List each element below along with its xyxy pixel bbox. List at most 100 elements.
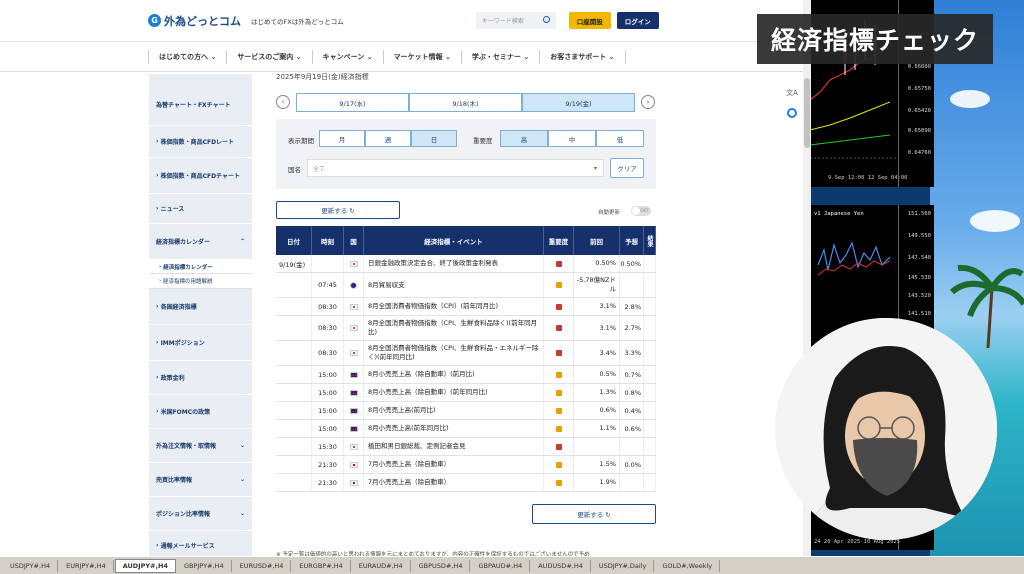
refresh-button[interactable]: 更新する ↻ [276,201,400,219]
country-label: 国名 [288,166,301,174]
importance-cell [544,316,574,340]
auto-refresh-toggle[interactable]: OFF [631,206,651,216]
importance-cell [544,341,574,365]
prev-day-button[interactable]: ‹ [276,95,290,109]
chart-tab[interactable]: USDJPY#,H4 [3,559,59,572]
nav-item-market[interactable]: マーケット情報 ⌄ [384,49,462,64]
sidebar-item-policy-rate[interactable]: › 政策金利 [149,361,252,395]
palm-tree-image [950,264,1024,348]
search-input[interactable]: キーワード検索 [475,12,556,29]
next-day-button[interactable]: › [641,95,655,109]
date-cell-empty [276,298,312,315]
country-cell [344,438,364,455]
nav-item-seminar[interactable]: 学ぶ・セミナー ⌄ [462,49,541,64]
time-cell: 15:00 [312,420,344,437]
event-cell[interactable]: 8月小売売上高（除自動車）(前年同月比) [364,384,544,401]
assistant-icon[interactable] [787,108,797,118]
sidebar-item-label: ニュース [160,206,185,213]
refresh-button-bottom[interactable]: 更新する ↻ [532,504,656,524]
period-month-button[interactable]: 月 [319,130,365,147]
sidebar-item-ratio[interactable]: 売買比率情報 ⌄ [149,463,252,497]
event-cell[interactable]: 8月貿易収支 [364,273,544,297]
result-cell [644,255,656,272]
chart-tab[interactable]: GBPUSD#,H4 [412,559,471,572]
event-cell[interactable]: 8月全国消費者物価指数（CPI、生鮮食料品・エネルギー除く)(前年同月比) [364,341,544,365]
chart-tab[interactable]: AUDJPY#,H4 [114,558,176,573]
event-cell[interactable]: 8月小売売上高(前月比) [364,402,544,419]
sidebar-item-mail[interactable]: › 通報メールサービス [149,531,252,558]
date-cell-empty [276,273,312,297]
country-cell [344,420,364,437]
chart-tab[interactable]: EURUSD#,H4 [233,559,292,572]
previous-cell: 1.5% [574,456,620,473]
event-cell[interactable]: 7月小売売上高（除自動車） [364,456,544,473]
filter-panel: 表示期間 月 週 日 重要度 高 中 低 国名 全て ▾ クリア [276,119,656,189]
event-cell[interactable]: 8月全国消費者物価指数（CPI）(前年同月比) [364,298,544,315]
importance-mid-icon [555,407,562,414]
forecast-cell: 0.4% [620,402,644,419]
sidebar-item-calendar[interactable]: 経済指標カレンダー ⌃ [149,224,252,260]
country-cell [344,456,364,473]
period-day-button[interactable]: 日 [411,130,457,147]
chart-tab[interactable]: EURJPY#,H4 [59,559,114,572]
sidebar-subitem-calendar[interactable]: › 経済指標カレンダー [149,260,252,274]
login-button[interactable]: ログイン [616,12,659,29]
sidebar-item-fomc[interactable]: › 米国FOMCの政策 [149,395,252,429]
chart-tab[interactable]: EURGBP#,H4 [292,559,351,572]
country-cell [344,316,364,340]
sidebar-item-economic[interactable]: › 各国経済指標 [149,289,252,325]
date-cell-empty [276,366,312,383]
event-cell[interactable]: 7月小売売上高（除自動車） [364,474,544,491]
date-tab-0917[interactable]: 9/17(水) [296,93,409,112]
event-cell[interactable]: 8月全国消費者物価指数（CPI、生鮮食料品除く)(前年同月比) [364,316,544,340]
importance-high-button[interactable]: 高 [500,130,548,147]
translate-icon[interactable]: 文A [782,88,802,98]
importance-label: 重要度 [473,137,493,145]
scroll-thumb[interactable] [804,78,810,148]
sidebar-item-position[interactable]: ポジション比率情報 ⌄ [149,497,252,531]
sidebar-item-fx-chart[interactable]: 為替チャート・FXチャート [149,74,252,126]
logo-icon[interactable]: G [148,14,161,27]
event-cell[interactable]: 日銀金融政策決定会合、終了後政策金利発表 [364,255,544,272]
chart-tab[interactable]: USDJPY#,Daily [592,559,655,572]
importance-mid-button[interactable]: 中 [548,130,596,147]
date-tab-0919[interactable]: 9/19(金) [522,93,635,112]
price-tick: 141.510 [907,311,931,317]
event-cell[interactable]: 植田和男日銀総裁、定例記者会見 [364,438,544,455]
event-cell[interactable]: 8月小売売上高(前年同月比) [364,420,544,437]
nav-item-services[interactable]: サービスのご案内 ⌄ [227,49,313,64]
chart-tab[interactable]: GBPAUD#,H4 [471,559,531,572]
sidebar-item-label: 通報メールサービス [160,543,215,550]
period-week-button[interactable]: 週 [365,130,411,147]
nav-item-beginners[interactable]: はじめての方へ ⌄ [148,49,228,64]
chart-tab[interactable]: EURAUD#,H4 [352,559,411,572]
sidebar-subitem-glossary[interactable]: › 経済指標の用語解説 [149,274,252,289]
date-cell-empty [276,438,312,455]
country-cell [344,255,364,272]
sidebar-item-cfd-rate[interactable]: › 株価指数・商品CFDレート [149,126,252,158]
search-placeholder: キーワード検索 [481,18,524,25]
sidebar-item-orders[interactable]: 外為注文情報・取情報 ⌄ [149,429,252,463]
sidebar-item-imm[interactable]: › IMMポジション [149,325,252,361]
chevron-down-icon: ⌄ [523,52,530,61]
date-tab-0918[interactable]: 9/18(木) [409,93,522,112]
search-icon[interactable] [542,16,550,23]
chart-tab[interactable]: GOLD#,Weekly [655,559,721,572]
country-select[interactable]: 全て ▾ [307,159,604,177]
importance-low-button[interactable]: 低 [596,130,644,147]
chevron-down-icon: ⌄ [239,476,245,483]
time-cell: 08:30 [312,298,344,315]
nav-item-support[interactable]: お客さまサポート ⌄ [540,49,626,64]
chart-tab[interactable]: AUDUSD#,H4 [531,559,591,572]
col-result: 結果 [644,226,656,255]
site-logo[interactable]: 外為どっとコム [164,13,241,29]
open-account-button[interactable]: 口座開設 [568,12,611,29]
nav-item-campaign[interactable]: キャンペーン ⌄ [313,49,384,64]
chart-tab[interactable]: GBPJPY#,H4 [177,559,232,572]
time-cell: 08:30 [312,341,344,365]
event-cell[interactable]: 8月小売売上高（除自動車）(前月比) [364,366,544,383]
sidebar-item-cfd-chart[interactable]: › 株価指数・商品CFDチャート [149,158,252,194]
clear-button[interactable]: クリア [610,158,644,178]
sidebar-item-news[interactable]: › ニュース [149,194,252,224]
chevron-down-icon: ⌄ [295,52,302,61]
